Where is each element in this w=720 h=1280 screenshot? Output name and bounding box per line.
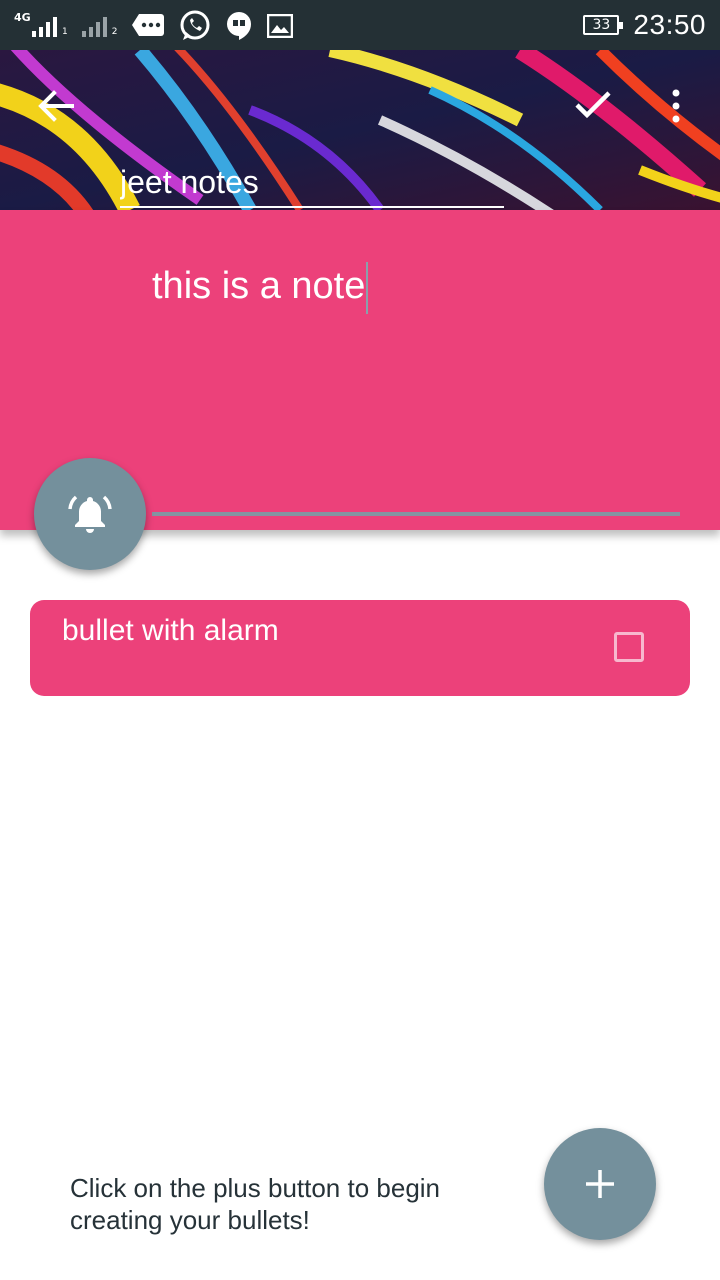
header-banner bbox=[0, 50, 720, 210]
note-title-input[interactable] bbox=[120, 158, 504, 208]
whatsapp-icon bbox=[180, 10, 210, 40]
clock: 23:50 bbox=[633, 9, 706, 40]
hangouts-icon bbox=[227, 12, 252, 40]
sim2-signal-icon: 2 bbox=[81, 15, 117, 37]
list-item[interactable]: bullet with alarm bbox=[30, 600, 690, 696]
empty-hint-text: Click on the plus button to begin creati… bbox=[70, 1173, 441, 1235]
plus-icon bbox=[586, 1170, 614, 1198]
status-icons-left: 4G 1 2 bbox=[14, 10, 294, 42]
text-cursor bbox=[366, 262, 369, 314]
bullet-checkbox[interactable] bbox=[614, 632, 644, 662]
battery-level: 33 bbox=[592, 17, 611, 33]
note-text: this is a note bbox=[152, 265, 366, 308]
status-icons-right: 33 23:50 bbox=[583, 0, 706, 50]
battery-icon: 33 bbox=[583, 15, 624, 35]
add-bullet-button[interactable] bbox=[544, 1128, 656, 1240]
note-underline bbox=[152, 512, 680, 516]
back-arrow-icon[interactable] bbox=[36, 88, 76, 124]
confirm-check-icon[interactable] bbox=[574, 90, 612, 120]
network-type-label: 4G bbox=[14, 11, 31, 24]
more-options-icon[interactable] bbox=[668, 88, 684, 124]
bullet-label: bullet with alarm bbox=[62, 614, 279, 647]
bell-ringing-icon bbox=[68, 495, 112, 533]
sim1-signal-icon: 4G 1 bbox=[14, 11, 68, 37]
message-icon bbox=[132, 14, 165, 36]
alarm-button[interactable] bbox=[34, 458, 146, 570]
note-text-field[interactable]: this is a note bbox=[152, 262, 369, 314]
status-bar: 4G 1 2 33 23:50 bbox=[0, 0, 720, 50]
gallery-icon bbox=[267, 14, 294, 38]
